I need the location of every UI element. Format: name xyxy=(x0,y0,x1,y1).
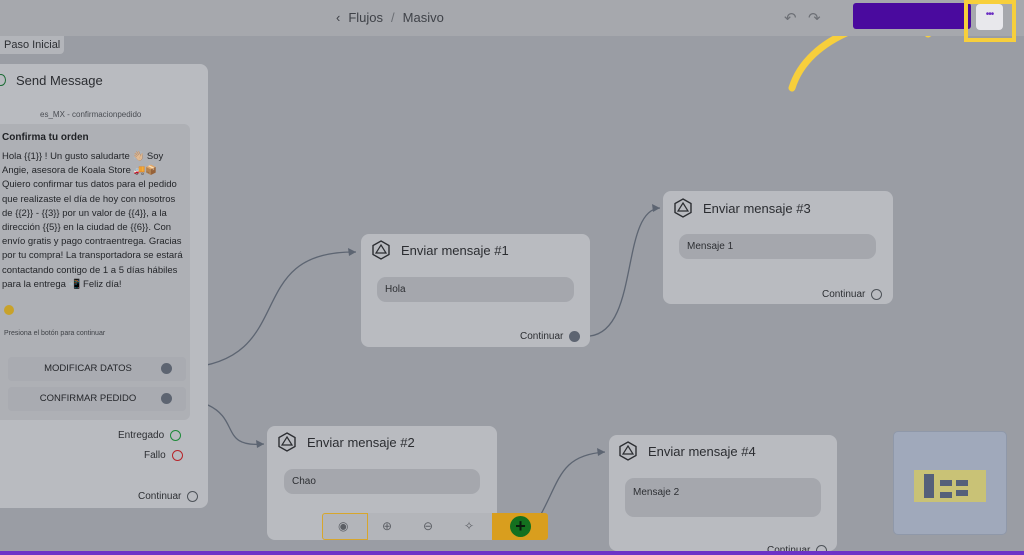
d20-dice-icon xyxy=(372,240,390,260)
button-label: MODIFICAR DATOS xyxy=(44,363,132,374)
d20-dice-icon xyxy=(619,441,637,461)
eye-icon[interactable]: ◉ xyxy=(338,519,348,533)
node-title: Enviar mensaje #1 xyxy=(401,242,509,258)
breadcrumb: ‹ Flujos / Masivo xyxy=(336,10,444,25)
failed-handle[interactable] xyxy=(171,450,183,461)
step-tab[interactable]: Paso Inicial xyxy=(0,36,65,54)
bottom-accent-bar xyxy=(0,551,1024,555)
button-label: CONFIRMAR PEDIDO xyxy=(39,393,137,404)
edge-confirmar-to-msg2 xyxy=(207,404,265,445)
canvas-toolbar: ◉ ⊕ ⊖ ✧ + xyxy=(322,513,548,540)
zoom-out-icon[interactable]: ⊖ xyxy=(423,519,433,533)
edge-modificar-to-msg1 xyxy=(185,251,357,369)
continue-handle[interactable] xyxy=(871,289,883,300)
breadcrumb-separator: / xyxy=(391,10,395,25)
output-handle[interactable] xyxy=(161,393,172,404)
node-msg1-header: Enviar mensaje #1 xyxy=(371,240,509,260)
breadcrumb-current: Masivo xyxy=(402,10,444,25)
template-name: es_MX - confirmacionpedido xyxy=(40,110,142,119)
delivered-handle[interactable] xyxy=(170,430,182,441)
minimap-node xyxy=(940,480,952,486)
zoom-in-icon[interactable]: ⊕ xyxy=(382,519,392,533)
message-pill[interactable]: Mensaje 2 xyxy=(625,478,821,517)
more-options-button[interactable]: ••• xyxy=(976,4,1003,30)
edge-msg1-to-msg3 xyxy=(589,207,661,337)
d20-dice-icon xyxy=(674,198,692,218)
failed-label: Fallo xyxy=(144,450,166,461)
send-message-title: Send Message xyxy=(16,73,103,88)
node-msg4-header: Enviar mensaje #4 xyxy=(618,441,756,461)
d20-dice-icon xyxy=(278,432,296,452)
publish-button[interactable] xyxy=(853,3,971,29)
modificar-datos-button[interactable]: MODIFICAR DATOS xyxy=(8,357,186,381)
node-msg2-header: Enviar mensaje #2 xyxy=(277,432,415,452)
status-failed: Fallo xyxy=(144,450,183,461)
node-title: Enviar mensaje #4 xyxy=(648,443,756,459)
continue-handle[interactable] xyxy=(569,331,581,342)
undo-icon[interactable]: ↶ xyxy=(784,9,797,27)
redo-icon[interactable]: ↷ xyxy=(808,9,821,27)
delivered-label: Entregado xyxy=(118,430,165,441)
node-title: Enviar mensaje #3 xyxy=(703,200,811,216)
auto-layout-icon[interactable]: ✧ xyxy=(464,519,474,533)
minimap-node xyxy=(956,490,968,496)
node-msg3-header: Enviar mensaje #3 xyxy=(673,198,811,218)
minimap-node xyxy=(924,474,934,498)
press-note: Presiona el botón para continuar xyxy=(4,330,106,337)
confirmar-pedido-button[interactable]: CONFIRMAR PEDIDO xyxy=(8,387,186,411)
message-body: Hola {{1}} ! Un gusto saludarte 👋🏼 Soy A… xyxy=(2,151,183,290)
message-pill[interactable]: Hola xyxy=(377,277,574,302)
plus-icon[interactable]: + xyxy=(510,516,531,537)
edge-msg2-to-msg4 xyxy=(539,451,606,517)
node-msg3-continue: Continuar xyxy=(822,289,883,300)
minimap[interactable] xyxy=(893,431,1007,535)
smile-emoji-icon xyxy=(4,305,14,315)
continue-label: Continuar xyxy=(822,289,866,300)
node-msg1-continue: Continuar xyxy=(520,331,581,342)
continue-handle[interactable] xyxy=(187,491,199,502)
output-handle[interactable] xyxy=(161,363,172,374)
continue-label: Continuar xyxy=(138,491,182,502)
continue-label: Continuar xyxy=(520,331,564,342)
message-pill[interactable]: Chao xyxy=(284,469,480,494)
minimap-node xyxy=(956,480,968,486)
breadcrumb-parent[interactable]: Flujos xyxy=(348,10,383,25)
back-chevron-icon[interactable]: ‹ xyxy=(336,10,340,25)
message-pill[interactable]: Mensaje 1 xyxy=(679,234,876,259)
more-dots-icon: ••• xyxy=(985,9,994,20)
minimap-node xyxy=(940,492,952,498)
send-continue: Continuar xyxy=(138,491,199,502)
message-title: Confirma tu orden xyxy=(2,132,89,143)
node-title: Enviar mensaje #2 xyxy=(307,434,415,450)
status-delivered: Entregado xyxy=(118,430,182,441)
